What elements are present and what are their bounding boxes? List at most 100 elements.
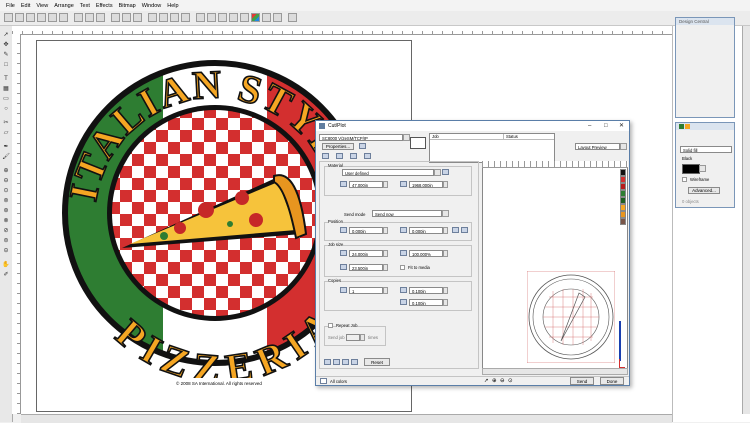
preview-zoom-in-icon[interactable]: ⊕ — [492, 378, 497, 384]
fit-to-media-checkbox[interactable] — [400, 265, 405, 270]
color-swatch[interactable] — [682, 164, 700, 174]
fill-panel-tabs[interactable] — [676, 123, 734, 130]
send-mode-select[interactable]: Send now — [372, 210, 442, 217]
vertical-scrollbar[interactable] — [742, 26, 750, 414]
menu-help[interactable]: Help — [167, 3, 178, 9]
menu-edit[interactable]: Edit — [21, 3, 30, 9]
material-dropdown-icon[interactable] — [434, 169, 441, 176]
redo-icon[interactable] — [159, 13, 168, 22]
open-icon[interactable] — [15, 13, 24, 22]
bottom-tool-1-icon[interactable] — [324, 359, 331, 365]
save-as-icon[interactable] — [37, 13, 46, 22]
palette-swatch[interactable] — [620, 190, 626, 197]
group-icon[interactable] — [196, 13, 205, 22]
job-list[interactable]: Job Status — [429, 133, 555, 163]
palette-swatch[interactable] — [620, 169, 626, 176]
horizontal-ruler[interactable] — [12, 26, 672, 35]
cut-plot-icon[interactable] — [85, 13, 94, 22]
preview-icon[interactable] — [96, 13, 105, 22]
preview-zoom-out-icon[interactable]: ⊖ — [500, 378, 505, 384]
preview-mode-select[interactable]: Layout Preview — [575, 143, 620, 150]
eyedropper-tool-icon[interactable]: ✐ — [2, 272, 10, 279]
copy-icon[interactable] — [122, 13, 131, 22]
new-document-icon[interactable] — [4, 13, 13, 22]
preview-scrollbar[interactable] — [482, 368, 628, 375]
align-icon[interactable] — [218, 13, 227, 22]
job-column-header[interactable]: Job — [430, 134, 504, 140]
outline-icon[interactable] — [273, 13, 282, 22]
fill-type-select[interactable]: Solid fill — [680, 146, 732, 153]
zoom-width-tool-icon[interactable]: ⊘ — [2, 228, 10, 235]
size-percent-field[interactable]: 100.000% — [409, 250, 443, 257]
material-width-spinner[interactable] — [383, 181, 388, 188]
palette-swatch[interactable] — [620, 204, 626, 211]
size-height-spinner[interactable] — [383, 264, 388, 271]
save-icon[interactable] — [26, 13, 35, 22]
position-reset-icon[interactable] — [461, 227, 468, 233]
weld-tool-icon[interactable]: ✎ — [2, 52, 10, 59]
weed-icon[interactable] — [229, 13, 238, 22]
bottom-tool-3-icon[interactable] — [342, 359, 349, 365]
export-icon[interactable] — [59, 13, 68, 22]
gap-y-field[interactable]: 0.100in — [409, 299, 443, 306]
send-button[interactable]: Send — [570, 377, 594, 385]
rectangle-tool-icon[interactable]: ▭ — [2, 96, 10, 103]
done-button[interactable]: Done — [600, 377, 624, 385]
menu-effects[interactable]: Effects — [96, 3, 113, 9]
repeat-count-field[interactable] — [346, 334, 360, 341]
zoom-height-tool-icon[interactable]: ⊜ — [2, 238, 10, 245]
menu-view[interactable]: View — [36, 3, 48, 9]
import-icon[interactable] — [48, 13, 57, 22]
bottom-tool-2-icon[interactable] — [333, 359, 340, 365]
color-icon[interactable] — [251, 13, 260, 22]
ellipse-tool-icon[interactable]: ○ — [2, 106, 10, 113]
pan-tool-icon[interactable]: ✋ — [2, 262, 10, 269]
pointer-tool-icon[interactable]: ➚ — [2, 32, 10, 39]
reset-button[interactable]: Reset — [364, 358, 390, 366]
maximize-icon[interactable]: □ — [604, 121, 608, 131]
node-edit-tool-icon[interactable]: ✥ — [2, 42, 10, 49]
zoom-select-tool-icon[interactable]: ⊛ — [2, 208, 10, 215]
tab-general-icon[interactable] — [322, 153, 329, 159]
palette-swatch[interactable] — [620, 176, 626, 183]
menu-bitmap[interactable]: Bitmap — [119, 3, 136, 9]
material-width-field[interactable]: 47.000in — [349, 181, 383, 188]
tab-marks-icon[interactable] — [364, 153, 371, 159]
panel-title[interactable]: Design Central — [676, 18, 734, 25]
send-mode-dropdown-icon[interactable] — [442, 210, 449, 217]
text-tool-icon[interactable]: T — [2, 76, 10, 83]
print-icon[interactable] — [74, 13, 83, 22]
shape-tool-icon[interactable]: □ — [2, 62, 10, 69]
gap-x-field[interactable]: 0.100in — [409, 287, 443, 294]
status-column-header[interactable]: Status — [504, 134, 554, 140]
position-x-field[interactable]: 0.000in — [349, 227, 383, 234]
repeat-job-checkbox[interactable] — [328, 323, 333, 328]
pen-tool-icon[interactable]: ✒ — [2, 144, 10, 151]
repeat-count-spinner[interactable] — [360, 334, 365, 341]
menu-window[interactable]: Window — [142, 3, 162, 9]
position-preset-icon[interactable] — [452, 227, 459, 233]
zoom-out-tool-icon[interactable]: ⊖ — [2, 178, 10, 185]
position-y-field[interactable]: 0.000in — [409, 227, 443, 234]
redo-list-icon[interactable] — [181, 13, 190, 22]
material-edit-icon[interactable] — [442, 169, 449, 175]
copies-spinner[interactable] — [383, 287, 388, 294]
material-select[interactable]: User defined — [342, 169, 434, 176]
position-y-spinner[interactable] — [443, 227, 448, 234]
zoom-in-tool-icon[interactable]: ⊕ — [2, 168, 10, 175]
undo-list-icon[interactable] — [170, 13, 179, 22]
palette-swatch[interactable] — [620, 197, 626, 204]
palette-swatch[interactable] — [620, 218, 626, 225]
zoom-prev-tool-icon[interactable]: ⊝ — [2, 248, 10, 255]
zoom-page-tool-icon[interactable]: ⊚ — [2, 198, 10, 205]
zoom-icon[interactable] — [240, 13, 249, 22]
fill-tab-icon[interactable] — [679, 124, 684, 130]
dialog-titlebar[interactable]: Cut/Plot – □ ✕ — [316, 121, 629, 131]
palette-swatch[interactable] — [620, 183, 626, 190]
paste-icon[interactable] — [133, 13, 142, 22]
outline-tab-icon[interactable] — [685, 124, 691, 130]
eraser-tool-icon[interactable]: ▱ — [2, 130, 10, 137]
device-dropdown-icon[interactable] — [403, 134, 410, 141]
bottom-tool-4-icon[interactable] — [351, 359, 358, 365]
undo-icon[interactable] — [148, 13, 157, 22]
